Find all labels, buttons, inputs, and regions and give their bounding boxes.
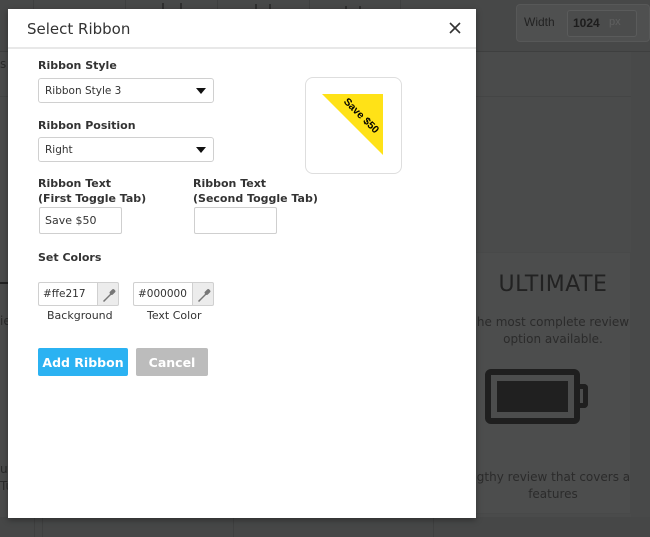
- bottom-divider: [433, 517, 434, 537]
- bottom-divider: [34, 517, 35, 537]
- plan-card-footer: ngthy review that covers all features: [469, 470, 637, 501]
- ribbon-preview-graphic: Save $50: [322, 94, 383, 155]
- battery-fill: [497, 381, 568, 412]
- battery-tip: [580, 384, 588, 408]
- background-eyedropper-button[interactable]: [97, 282, 119, 306]
- background-color-caption: Background: [47, 309, 113, 322]
- caret-down-icon: [196, 147, 206, 153]
- ribbon-text-second-label: Ribbon Text: [193, 177, 267, 190]
- ribbon-position-select[interactable]: Right: [38, 137, 214, 162]
- select-ribbon-dialog: Select Ribbon Ribbon Style Ribbon Style …: [8, 9, 476, 518]
- width-unit: px: [609, 16, 621, 28]
- width-value: 1024: [573, 16, 600, 30]
- background-right-column: [631, 52, 650, 537]
- ribbon-text-first-sublabel: (First Toggle Tab): [38, 192, 147, 205]
- set-colors-label: Set Colors: [38, 251, 102, 264]
- ribbon-position-label: Ribbon Position: [38, 119, 136, 132]
- background-color-picker: [38, 282, 119, 306]
- ribbon-style-value: Ribbon Style 3: [45, 85, 122, 97]
- plus-icon-fragment: [0, 282, 8, 284]
- eyedropper-icon: [198, 289, 211, 302]
- caret-down-icon: [196, 88, 206, 94]
- ribbon-text-second-input[interactable]: [194, 207, 277, 234]
- bg-text-fragment: s: [0, 57, 7, 71]
- ribbon-style-label: Ribbon Style: [38, 59, 117, 72]
- plan-card-title: ULTIMATE: [498, 272, 608, 297]
- add-ribbon-button[interactable]: Add Ribbon: [38, 348, 128, 376]
- plan-card-description: he most complete review option available…: [476, 315, 630, 346]
- battery-full-icon: [485, 369, 580, 424]
- bottom-divider: [233, 517, 234, 537]
- text-color-input[interactable]: [133, 282, 192, 306]
- cancel-button[interactable]: Cancel: [136, 348, 208, 376]
- width-label: Width: [524, 15, 555, 29]
- text-color-picker: [133, 282, 214, 306]
- background-bottom-strip: [0, 517, 650, 537]
- ribbon-text-second-sublabel: (Second Toggle Tab): [193, 192, 318, 205]
- bottom-divider: [42, 517, 43, 537]
- dialog-header: Select Ribbon: [8, 9, 476, 49]
- ribbon-text-first-input[interactable]: [39, 207, 122, 234]
- text-color-eyedropper-button[interactable]: [192, 282, 214, 306]
- background-color-input[interactable]: [38, 282, 97, 306]
- text-color-caption: Text Color: [147, 309, 202, 322]
- ribbon-position-value: Right: [45, 144, 73, 156]
- dialog-title: Select Ribbon: [27, 20, 131, 38]
- ribbon-style-select[interactable]: Ribbon Style 3: [38, 78, 214, 103]
- close-button[interactable]: [446, 19, 464, 37]
- close-icon: [449, 22, 461, 34]
- ribbon-preview: Save $50: [305, 77, 402, 174]
- eyedropper-icon: [103, 289, 116, 302]
- ribbon-text-first-label: Ribbon Text: [38, 177, 112, 190]
